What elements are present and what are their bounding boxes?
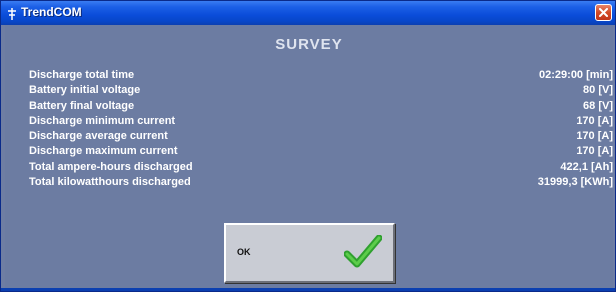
- row-value: 02:29:00 [min]: [539, 69, 613, 81]
- row-label: Discharge maximum current: [29, 145, 178, 158]
- survey-row: Total kilowatthours discharged 31999,3 [K…: [29, 176, 613, 191]
- survey-row: Discharge maximum current 170 [A]: [29, 145, 613, 160]
- row-label: Total kilowatthours discharged: [29, 176, 191, 189]
- survey-row: Discharge minimum current 170 [A]: [29, 115, 613, 130]
- survey-row: Battery final voltage 68 [V]: [29, 100, 613, 115]
- survey-row: Total ampere-hours discharged 422,1 [Ah]: [29, 161, 613, 176]
- survey-row: Battery initial voltage 80 [V]: [29, 84, 613, 99]
- row-label: Discharge minimum current: [29, 114, 176, 127]
- survey-row: Discharge total time 02:29:00 [min]: [29, 69, 613, 84]
- title-bar[interactable]: TrendCOM: [1, 1, 615, 25]
- app-icon: [7, 7, 17, 20]
- row-value: 80 [V]: [583, 84, 613, 97]
- close-icon: [599, 8, 608, 17]
- row-value: 170 [A]: [576, 145, 613, 158]
- row-value: 31999,3 [KWh]: [537, 176, 613, 189]
- row-label: Discharge average current: [29, 130, 168, 143]
- dialog-window: TrendCOM SURVEY Discharge total time 02:2…: [0, 0, 616, 292]
- row-label: Battery final voltage: [29, 99, 135, 112]
- survey-row: Discharge average current 170 [A]: [29, 130, 613, 145]
- row-value: 68 [V]: [583, 99, 613, 112]
- window-frame-bottom: [1, 288, 615, 291]
- survey-heading: SURVEY: [275, 36, 343, 53]
- ok-button-label: OK: [237, 247, 251, 257]
- window-title: TrendCOM: [21, 5, 82, 19]
- row-label: Discharge total time: [29, 69, 135, 81]
- row-value: 422,1 [Ah]: [560, 160, 613, 173]
- checkmark-icon: [344, 235, 382, 268]
- survey-panel: SURVEY Discharge total time 02:29:00 [min…: [5, 25, 613, 289]
- row-value: 170 [A]: [576, 114, 613, 127]
- close-button[interactable]: [595, 4, 612, 21]
- ok-button[interactable]: OK: [224, 223, 395, 283]
- row-label: Battery initial voltage: [29, 84, 141, 97]
- row-value: 170 [A]: [576, 130, 613, 143]
- survey-table: Discharge total time 02:29:00 [min] Batte…: [29, 69, 613, 191]
- row-label: Total ampere-hours discharged: [29, 160, 193, 173]
